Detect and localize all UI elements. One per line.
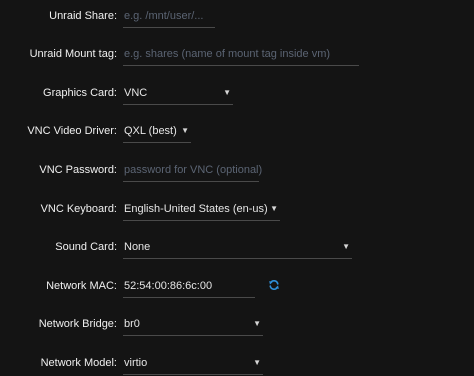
network-bridge-label: Network Bridge: [38, 318, 117, 330]
network-mac-row: Network MAC: 52:54:00:86:6c:00 [0, 276, 474, 300]
chevron-down-icon: ▼ [181, 126, 189, 135]
vnc-password-input[interactable]: password for VNC (optional) [123, 160, 263, 182]
chevron-down-icon: ▼ [342, 242, 350, 251]
network-bridge-select[interactable]: br0 ▼ [123, 314, 263, 336]
graphics-card-value: VNC [124, 87, 148, 99]
vnc-password-placeholder: password for VNC (optional) [124, 164, 263, 176]
vnc-password-label: VNC Password: [39, 164, 117, 176]
unraid-mount-tag-row: Unraid Mount tag: e.g. shares (name of m… [0, 44, 474, 68]
sound-card-value: None [124, 241, 151, 253]
vnc-password-row: VNC Password: password for VNC (optional… [0, 160, 474, 184]
network-bridge-value: br0 [124, 318, 140, 330]
vnc-video-driver-select[interactable]: QXL (best) ▼ [123, 121, 191, 143]
unraid-share-input[interactable]: e.g. /mnt/user/... [123, 6, 215, 28]
vnc-keyboard-value: English-United States (en-us) [124, 203, 268, 215]
network-mac-label: Network MAC: [46, 280, 117, 292]
graphics-card-row: Graphics Card: VNC ▼ [0, 83, 474, 107]
unraid-mount-tag-input[interactable]: e.g. shares (name of mount tag inside vm… [123, 44, 359, 66]
vnc-keyboard-select[interactable]: English-United States (en-us) ▼ [123, 199, 280, 221]
unraid-share-placeholder: e.g. /mnt/user/... [124, 10, 204, 22]
unraid-mount-tag-placeholder: e.g. shares (name of mount tag inside vm… [124, 48, 331, 60]
vnc-video-driver-label: VNC Video Driver: [27, 125, 117, 137]
chevron-down-icon: ▼ [270, 204, 278, 213]
network-mac-input[interactable]: 52:54:00:86:6c:00 [123, 276, 255, 298]
network-bridge-row: Network Bridge: br0 ▼ [0, 314, 474, 338]
sound-card-select[interactable]: None ▼ [123, 237, 352, 259]
vnc-video-driver-value: QXL (best) [124, 125, 177, 137]
sound-card-label: Sound Card: [55, 241, 117, 253]
vnc-video-driver-row: VNC Video Driver: QXL (best) ▼ [0, 121, 474, 145]
vnc-keyboard-row: VNC Keyboard: English-United States (en-… [0, 199, 474, 223]
chevron-down-icon: ▼ [253, 358, 261, 367]
unraid-share-row: Unraid Share: e.g. /mnt/user/... [0, 6, 474, 30]
chevron-down-icon: ▼ [253, 319, 261, 328]
network-model-label: Network Model: [40, 357, 117, 369]
unraid-share-label: Unraid Share: [49, 10, 117, 22]
network-model-row: Network Model: virtio ▼ [0, 353, 474, 376]
network-mac-value: 52:54:00:86:6c:00 [124, 280, 213, 292]
vnc-keyboard-label: VNC Keyboard: [40, 203, 117, 215]
network-model-select[interactable]: virtio ▼ [123, 353, 263, 375]
refresh-icon[interactable] [268, 279, 280, 291]
graphics-card-select[interactable]: VNC ▼ [123, 83, 233, 105]
chevron-down-icon: ▼ [223, 88, 231, 97]
unraid-mount-tag-label: Unraid Mount tag: [29, 48, 117, 60]
network-model-value: virtio [124, 357, 148, 369]
graphics-card-label: Graphics Card: [43, 87, 117, 99]
sound-card-row: Sound Card: None ▼ [0, 237, 474, 261]
